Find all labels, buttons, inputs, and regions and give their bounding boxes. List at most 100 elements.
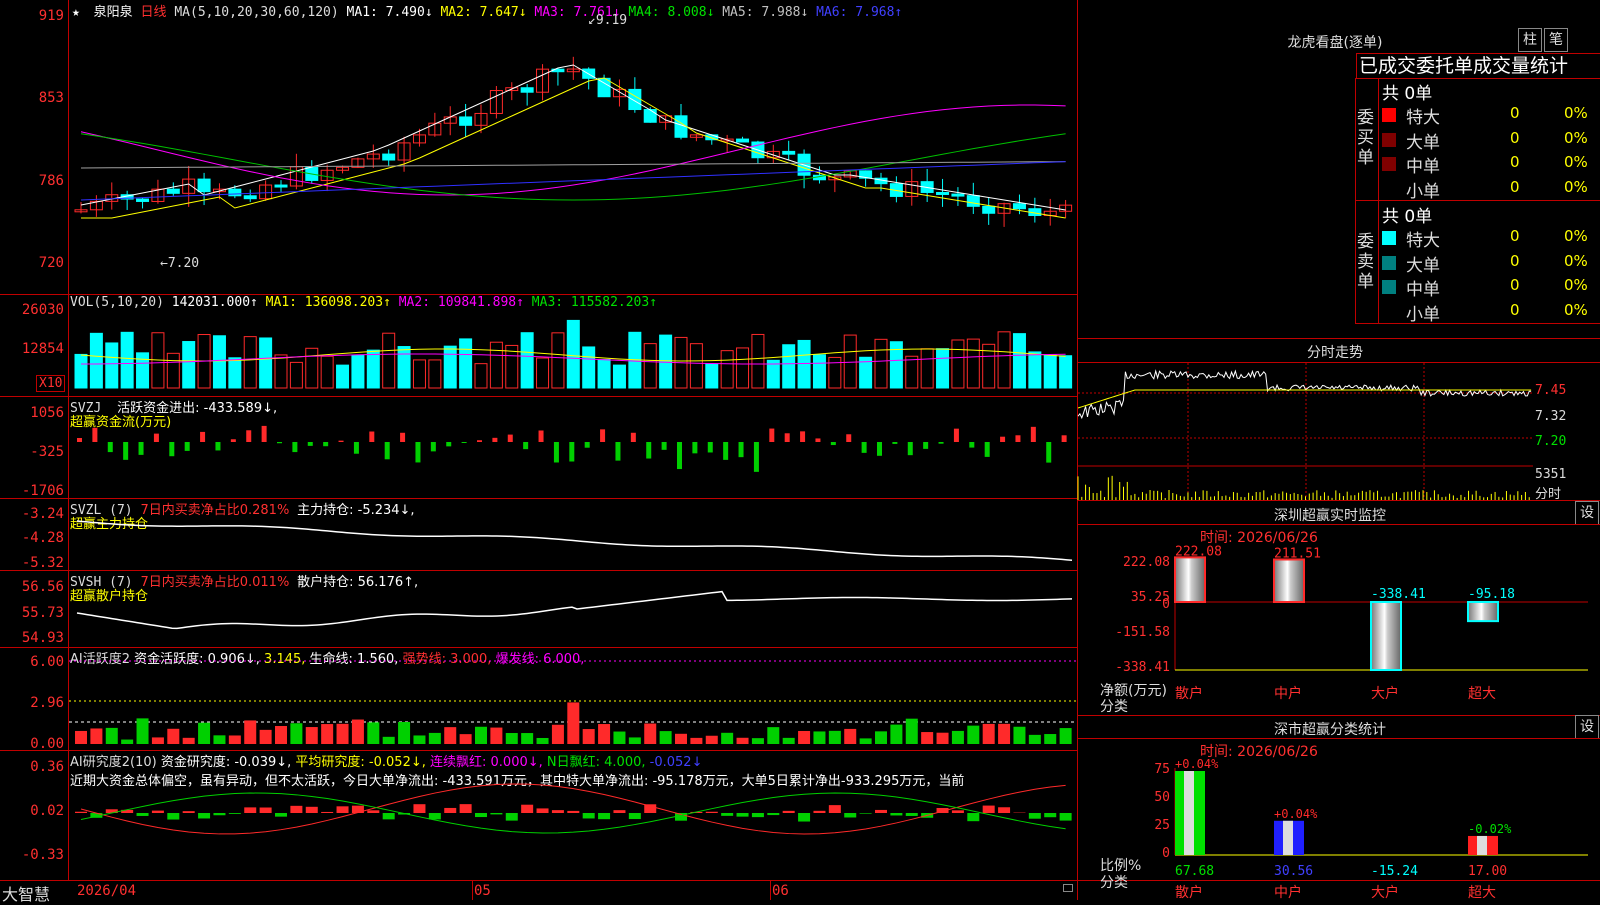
activity-bar (213, 735, 225, 744)
lhb-row-qty: 0 (1510, 153, 1520, 171)
flow-bar (615, 442, 620, 461)
activity-bar (737, 738, 749, 744)
activity-bar (906, 719, 918, 744)
monitor-settings-button[interactable]: 设 (1575, 501, 1599, 525)
research-bar (137, 813, 149, 816)
candle-body (521, 88, 533, 92)
vol-unit: X10 (36, 375, 65, 392)
flow-bar (508, 435, 513, 442)
volume-bar (383, 333, 395, 388)
intraday-price-line (1078, 371, 1531, 418)
ai3-axis-1: 0.02 (4, 803, 64, 819)
flow-bar (200, 432, 205, 442)
research-bar (798, 813, 810, 822)
volume-bar (813, 355, 825, 388)
activity-bar (767, 727, 779, 744)
activity-bar (306, 727, 318, 744)
activity-bar (783, 738, 795, 744)
classify-bottom-label: 30.56 (1274, 864, 1313, 879)
research-bar (767, 813, 779, 815)
activity-bar (567, 702, 579, 744)
volume-bar (598, 359, 610, 388)
volume-bar (537, 358, 549, 388)
flow-bar (985, 442, 990, 457)
lhb-buy-divider (1378, 78, 1379, 323)
volume-bar (137, 353, 149, 388)
activity-bar (229, 735, 241, 744)
research-bar (506, 813, 518, 821)
lhb-sell-row: 小单00% (1382, 300, 1600, 322)
research-bar (475, 813, 487, 817)
main-holding-chart[interactable] (69, 499, 1077, 570)
volume-bar (90, 333, 102, 388)
classify-bar-chart[interactable]: +0.04%67.68+0.04%30.56-15.24-0.02%17.00 (1078, 760, 1600, 900)
activity-bar (444, 727, 456, 744)
lhb-row-name: 小单 (1406, 177, 1440, 202)
research-bar (1060, 813, 1072, 821)
activity-bar (844, 729, 856, 744)
research-bar (552, 810, 564, 813)
volume-bar (367, 350, 379, 388)
activity-chart[interactable] (69, 648, 1077, 750)
flow-bar (339, 441, 344, 442)
flow-bar (492, 438, 497, 442)
lhb-buy-label: 委买单 (1357, 108, 1375, 168)
retail-holding-chart[interactable] (69, 571, 1077, 647)
monitor-bar-label: 211.51 (1274, 546, 1321, 561)
research-bar (460, 804, 472, 813)
research-bar (444, 808, 456, 813)
classify-bar-highlight (1184, 771, 1194, 855)
candlestick-chart[interactable] (69, 0, 1077, 294)
lhb-row-pct: 0% (1564, 178, 1588, 196)
flow-bar (431, 442, 436, 451)
volume-bar (306, 348, 318, 388)
price-low-label: ←7.20 (160, 256, 199, 271)
flow-bar (323, 442, 328, 446)
retail-holding-line (77, 592, 1072, 629)
activity-bar (90, 728, 102, 744)
ai3-axis-2: -0.33 (4, 847, 64, 863)
volume-bar (567, 320, 579, 388)
fund-flow-chart[interactable] (69, 397, 1077, 498)
volume-bar (444, 346, 456, 388)
activity-bar (1044, 734, 1056, 744)
candle-body (1013, 204, 1025, 209)
activity-bar (890, 725, 902, 744)
lhb-row-pct: 0% (1564, 153, 1588, 171)
research-chart[interactable] (69, 751, 1077, 880)
flow-bar (939, 442, 944, 444)
flow-bar (92, 428, 97, 442)
intraday-chart[interactable] (1078, 363, 1533, 500)
flow-bar (1062, 435, 1067, 442)
intraday-bottom-line (1078, 500, 1600, 501)
research-bar (1029, 813, 1041, 819)
flow-bar (262, 426, 267, 442)
lhb-bar-button[interactable]: 柱 (1518, 28, 1542, 52)
svzl-axis-2: -5.32 (4, 555, 64, 571)
activity-bar (937, 733, 949, 744)
research-bar (367, 810, 379, 813)
candle-body (244, 196, 256, 199)
activity-bar (552, 725, 564, 744)
activity-bar (921, 732, 933, 744)
volume-bar (737, 348, 749, 388)
activity-bar (275, 726, 287, 744)
volume-bar (413, 360, 425, 388)
legend-swatch (1382, 280, 1396, 294)
candle-body (967, 196, 979, 207)
volume-chart[interactable] (69, 295, 1077, 396)
activity-bar (1060, 728, 1072, 744)
research-bar (706, 812, 718, 813)
flow-bar (1031, 427, 1036, 442)
lhb-tick-button[interactable]: 笔 (1544, 28, 1568, 52)
volume-bar (721, 351, 733, 388)
classify-settings-button[interactable]: 设 (1575, 715, 1599, 739)
candle-body (137, 199, 149, 201)
lock-icon[interactable] (1063, 884, 1073, 892)
activity-bar (352, 720, 364, 744)
activity-bar (875, 731, 887, 744)
volume-bar (167, 353, 179, 388)
lhb-row-pct: 0% (1564, 301, 1588, 319)
ai2-axis-0: 6.00 (4, 654, 64, 670)
volume-bar (260, 338, 272, 388)
